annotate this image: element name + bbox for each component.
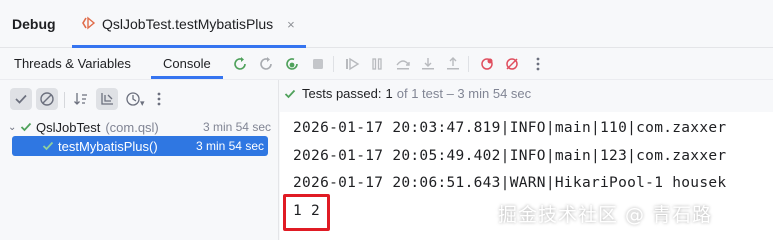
console-line: 2026-01-17 20:05:49.402|INFO|main|123|co…: [293, 148, 727, 164]
show-passed-icon[interactable]: [10, 88, 32, 110]
step-over-icon[interactable]: [393, 54, 413, 74]
rerun-debug-icon[interactable]: [282, 54, 302, 74]
debug-run-icon: [82, 16, 96, 33]
collapse-icon[interactable]: [96, 88, 118, 110]
test-method-duration: 3 min 54 sec: [195, 139, 264, 153]
toolbar-divider: [333, 56, 334, 72]
run-tab-label: QslJobTest.testMybatisPlus: [102, 16, 274, 32]
toolbar-divider: [468, 56, 469, 72]
debug-toolbar: Threads & Variables Console: [0, 48, 773, 80]
test-status-bar: Tests passed: 1 of 1 test – 3 min 54 sec: [284, 86, 531, 101]
test-class-package: (com.qsl): [105, 119, 159, 135]
run-configuration-tab[interactable]: QslJobTest.testMybatisPlus ×: [72, 0, 306, 48]
sort-icon[interactable]: [70, 88, 92, 110]
toolbar-divider: [64, 92, 65, 108]
highlight-annotation-box: [283, 194, 330, 231]
console-tab-indicator: [151, 76, 223, 79]
step-out-icon[interactable]: [443, 54, 463, 74]
status-label: Tests passed:: [302, 86, 382, 101]
tab-console[interactable]: Console: [163, 56, 211, 71]
test-tree-panel: ▾ ⌄ QslJobTest (com.qsl) 3 min 54 sec te…: [0, 80, 279, 240]
test-class-node[interactable]: ⌄ QslJobTest (com.qsl) 3 min 54 sec: [0, 117, 279, 137]
debug-tool-window-header: Debug QslJobTest.testMybatisPlus ×: [0, 0, 773, 48]
status-count: 1: [385, 86, 393, 101]
check-icon: [42, 140, 58, 152]
test-class-name: QslJobTest: [36, 119, 101, 135]
mute-breakpoints-icon[interactable]: [502, 54, 522, 74]
console-line: 2026-01-17 20:03:47.819|INFO|main|110|co…: [293, 120, 727, 136]
check-icon: [284, 88, 296, 100]
resume-icon[interactable]: [342, 54, 362, 74]
expand-arrow-icon[interactable]: ⌄: [8, 122, 20, 133]
rerun-icon[interactable]: [230, 54, 250, 74]
step-into-icon[interactable]: [418, 54, 438, 74]
test-tree-toolbar: ▾: [0, 80, 279, 114]
pause-icon[interactable]: [367, 54, 387, 74]
check-icon: [20, 121, 36, 133]
tab-threads-variables[interactable]: Threads & Variables: [14, 56, 131, 71]
test-class-duration: 3 min 54 sec: [202, 120, 271, 134]
more-icon[interactable]: [528, 54, 548, 74]
more-icon[interactable]: [148, 88, 170, 110]
test-method-node[interactable]: testMybatisPlus() 3 min 54 sec: [12, 136, 268, 156]
close-icon[interactable]: ×: [287, 17, 295, 32]
breakpoints-icon[interactable]: [477, 54, 497, 74]
tool-window-title: Debug: [12, 16, 56, 32]
watermark-text: 掘金技术社区 @ 青石路: [498, 204, 713, 226]
status-detail: of 1 test – 3 min 54 sec: [396, 86, 532, 101]
console-line: 2026-01-17 20:06:51.643|WARN|HikariPool-…: [293, 175, 727, 191]
test-method-name: testMybatisPlus(): [58, 138, 158, 154]
rerun-failed-icon[interactable]: [256, 54, 276, 74]
stop-icon[interactable]: [308, 54, 328, 74]
show-ignored-icon[interactable]: [36, 88, 58, 110]
chevron-down-icon[interactable]: ▾: [140, 98, 145, 109]
